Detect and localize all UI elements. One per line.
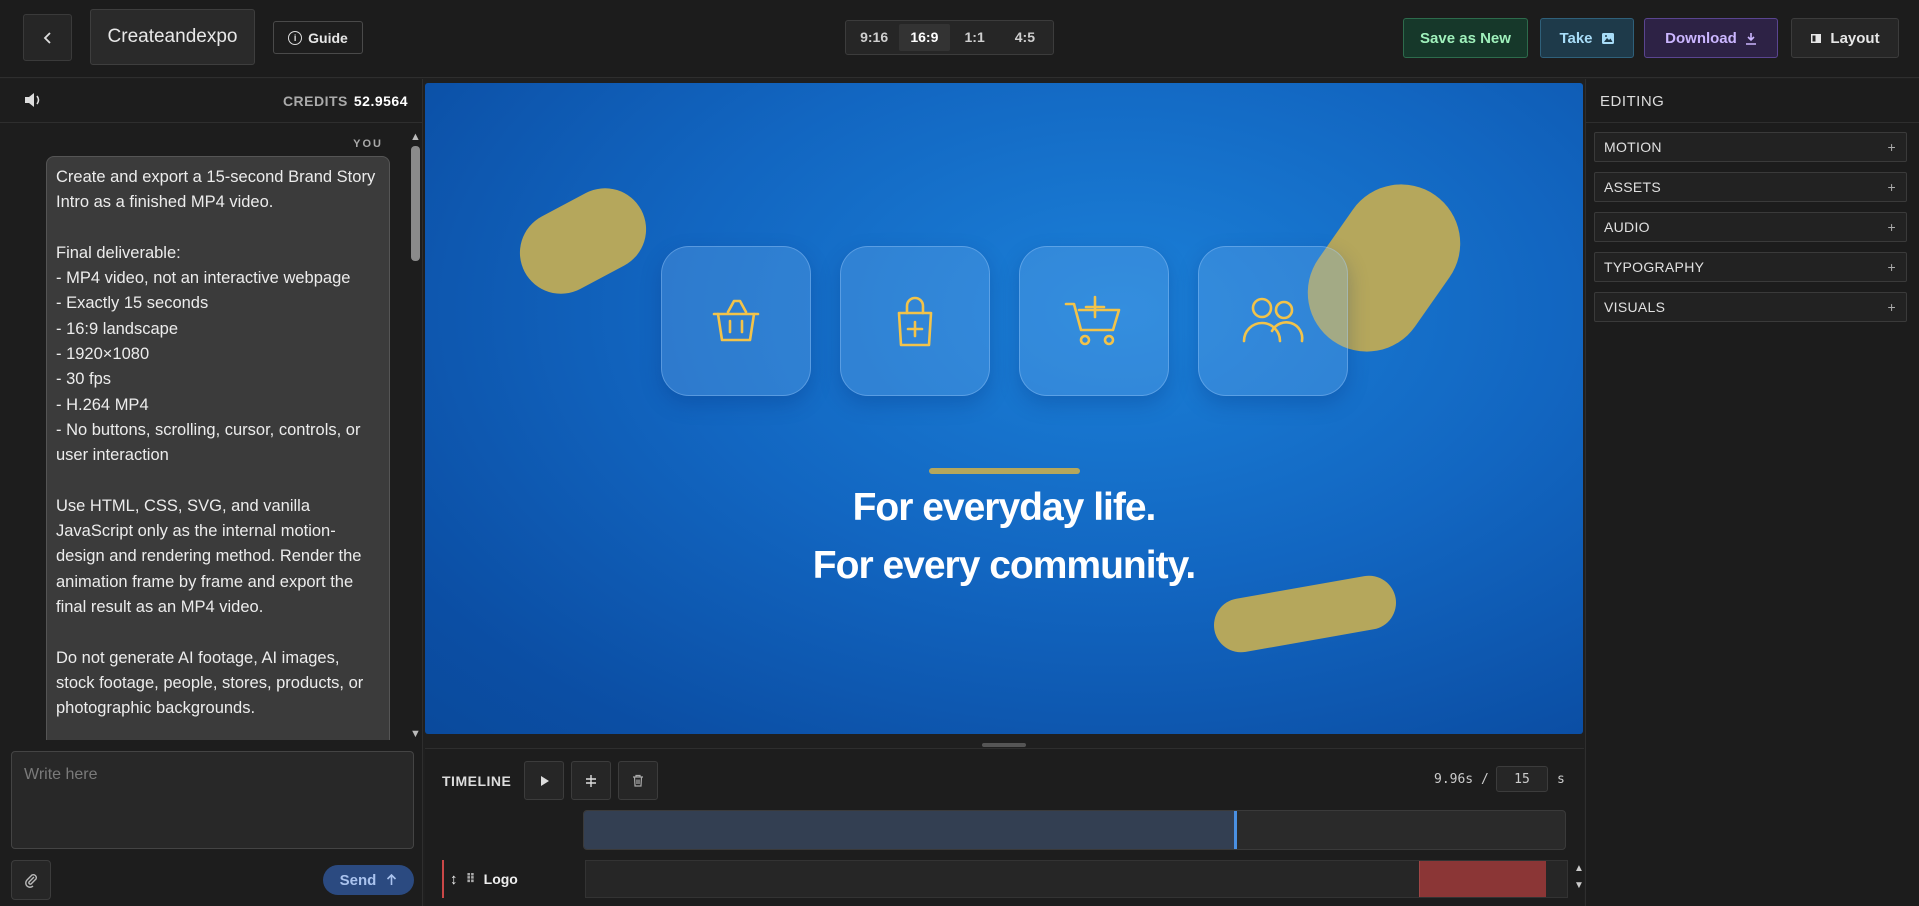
section-assets[interactable]: ASSETS + <box>1594 172 1907 202</box>
credits-value: 52.9564 <box>353 93 408 109</box>
arrow-up-icon <box>387 874 397 885</box>
scroll-up-icon[interactable]: ▲ <box>410 131 421 143</box>
cart-icon <box>1064 295 1121 346</box>
timeline-panel: TIMELINE 9.96s / 15 s ↕ ⠿ Logo ▲ ▼ <box>425 748 1584 906</box>
track-header: ↕ ⠿ Logo <box>444 860 585 898</box>
attach-button[interactable] <box>11 860 51 900</box>
ratio-1-1[interactable]: 1:1 <box>950 24 1000 51</box>
chat-header: CREDITS 52.9564 <box>0 79 422 123</box>
plus-icon: + <box>1887 179 1896 195</box>
timeline-label: TIMELINE <box>442 773 512 789</box>
section-visuals[interactable]: VISUALS + <box>1594 292 1907 322</box>
headline-line-2: For every community. <box>812 544 1196 587</box>
scroll-down-icon[interactable]: ▼ <box>410 728 421 740</box>
track-scroll-arrows[interactable]: ▲ ▼ <box>1574 860 1584 894</box>
elapsed-region <box>584 811 1236 849</box>
accent-blob <box>505 173 661 309</box>
download-label: Download <box>1665 29 1737 47</box>
arrow-up-icon[interactable]: ▲ <box>1574 860 1584 877</box>
section-label: VISUALS <box>1604 299 1666 315</box>
chat-scrollbar[interactable]: ▲ ▼ <box>409 128 421 740</box>
icon-tile <box>1198 246 1348 396</box>
back-button[interactable] <box>23 14 72 61</box>
message-input[interactable]: Write here <box>11 751 414 849</box>
resize-handle[interactable] <box>982 743 1026 747</box>
image-icon <box>1601 32 1614 44</box>
user-message: Create and export a 15-second Brand Stor… <box>46 156 390 740</box>
arrow-down-icon[interactable]: ▼ <box>1574 877 1584 894</box>
split-button[interactable] <box>571 761 611 800</box>
icon-tile <box>661 246 811 396</box>
plus-icon: + <box>1887 219 1896 235</box>
download-button[interactable]: Download <box>1644 18 1778 58</box>
ratio-9-16[interactable]: 9:16 <box>849 24 899 51</box>
layout-label: Layout <box>1830 29 1880 47</box>
ratio-4-5[interactable]: 4:5 <box>1000 24 1050 51</box>
take-label: Take <box>1559 29 1593 47</box>
video-preview[interactable]: For everyday life. For every community. <box>425 83 1583 734</box>
layout-icon <box>1811 33 1822 43</box>
credits-label: CREDITS <box>282 93 348 109</box>
guide-button[interactable]: i Guide <box>273 21 363 54</box>
play-icon <box>541 775 549 786</box>
basket-icon <box>712 299 760 342</box>
send-button[interactable]: Send <box>323 865 414 895</box>
section-label: TYPOGRAPHY <box>1604 259 1705 275</box>
section-typography[interactable]: TYPOGRAPHY + <box>1594 252 1907 282</box>
timeline-scrubber[interactable] <box>583 810 1566 850</box>
plus-icon: + <box>1887 139 1896 155</box>
play-button[interactable] <box>524 761 564 800</box>
project-name[interactable]: Createandexpo <box>90 9 255 65</box>
split-icon <box>586 774 596 787</box>
duration-input[interactable]: 15 <box>1496 766 1548 792</box>
paperclip-icon <box>25 874 37 888</box>
scrollbar-thumb[interactable] <box>411 146 420 261</box>
divider <box>1586 122 1919 123</box>
top-bar: Createandexpo i Guide 9:16 16:9 1:1 4:5 … <box>0 0 1919 78</box>
icon-tile <box>840 246 990 396</box>
section-motion[interactable]: MOTION + <box>1594 132 1907 162</box>
speaker-icon[interactable] <box>23 91 43 114</box>
plus-icon: + <box>1887 259 1896 275</box>
editing-title: EDITING <box>1600 93 1665 110</box>
track-logo: ↕ ⠿ Logo ▲ ▼ <box>442 860 1584 898</box>
current-time: 9.96s / <box>1434 772 1489 787</box>
drag-handle-icon[interactable]: ⠿ <box>466 871 476 887</box>
track-clip[interactable] <box>1418 861 1547 897</box>
aspect-ratio-selector: 9:16 16:9 1:1 4:5 <box>845 20 1054 55</box>
chevron-left-icon <box>43 31 51 44</box>
accent-divider <box>929 468 1080 474</box>
message-author: YOU <box>353 138 383 150</box>
send-label: Send <box>339 871 377 889</box>
info-icon: i <box>288 30 303 45</box>
headline-line-1: For everyday life. <box>852 486 1157 529</box>
delete-button[interactable] <box>618 761 658 800</box>
playhead[interactable] <box>1234 811 1238 849</box>
community-icon <box>1242 297 1304 343</box>
save-as-new-button[interactable]: Save as New <box>1403 18 1528 58</box>
reorder-icon[interactable]: ↕ <box>450 871 458 888</box>
chat-history[interactable]: YOU Create and export a 15-second Brand … <box>0 124 423 740</box>
layout-button[interactable]: Layout <box>1791 18 1899 58</box>
take-button[interactable]: Take <box>1540 18 1634 58</box>
section-label: MOTION <box>1604 139 1662 155</box>
section-label: ASSETS <box>1604 179 1662 195</box>
section-audio[interactable]: AUDIO + <box>1594 212 1907 242</box>
editing-panel: EDITING MOTION + ASSETS + AUDIO + TYPOGRAPH… <box>1585 79 1919 906</box>
guide-label: Guide <box>308 29 348 46</box>
section-label: AUDIO <box>1604 219 1650 235</box>
ratio-16-9[interactable]: 16:9 <box>899 24 950 51</box>
shopping-bag-icon <box>897 296 933 347</box>
duration-unit: s <box>1557 772 1565 787</box>
download-icon <box>1745 32 1756 45</box>
credits-display: CREDITS 52.9564 <box>283 93 408 109</box>
plus-icon: + <box>1887 299 1896 315</box>
trash-icon <box>633 774 643 787</box>
track-name: Logo <box>483 871 518 887</box>
track-lane[interactable] <box>585 860 1568 898</box>
chat-panel: CREDITS 52.9564 YOU Create and export a 1… <box>0 79 423 906</box>
icon-tile <box>1019 246 1169 396</box>
